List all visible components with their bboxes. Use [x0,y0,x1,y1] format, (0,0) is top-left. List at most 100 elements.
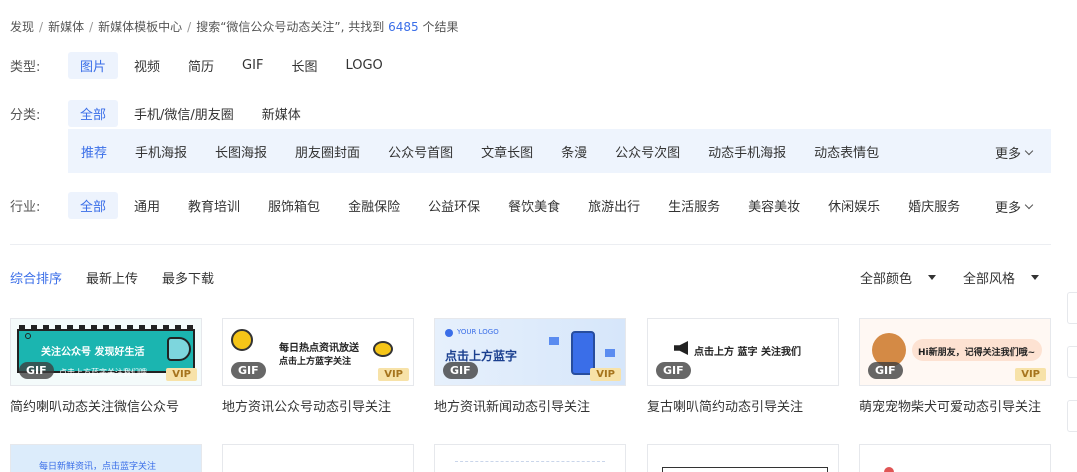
subcategory-recommended[interactable]: 推荐 [69,138,119,165]
thumbnail-text: Hi新朋友，记得关注我们哦~ [918,348,1036,358]
vip-badge: VIP [590,368,621,381]
industry-option-leisure[interactable]: 休闲娱乐 [816,192,892,219]
chat-bubble-icon [373,341,393,357]
industry-option-wedding[interactable]: 婚庆服务 [896,192,972,219]
template-title[interactable]: 地方资讯公众号动态引导关注 [222,396,414,415]
caret-down-icon [1031,275,1040,280]
type-option-logo[interactable]: LOGO [333,54,394,77]
sort-most-downloaded[interactable]: 最多下载 [162,268,214,287]
side-float-tab[interactable] [1067,292,1077,324]
template-title[interactable]: 简约喇叭动态关注微信公众号 [10,396,202,415]
industry-option-travel[interactable]: 旅游出行 [576,192,652,219]
breadcrumb-discover[interactable]: 发现 [10,20,34,34]
side-float-tab[interactable] [1067,400,1077,432]
industry-more-button[interactable]: 更多 [995,197,1034,216]
thumbnail-text: 点击上方 蓝字 关注我们 [694,347,801,358]
caret-down-icon [928,275,937,280]
subcategory-phone-poster[interactable]: 手机海报 [123,138,199,165]
breadcrumb-separator: / [39,20,44,34]
template-card[interactable]: YOUR LOGO 点击上方蓝字 GIF VIP 地方资讯新闻动态引导关注 [434,318,626,415]
subcategory-animated-sticker[interactable]: 动态表情包 [802,138,891,165]
sort-latest[interactable]: 最新上传 [86,268,138,287]
industry-option-beauty[interactable]: 美容美妆 [736,192,812,219]
template-card[interactable]: 每日热点资讯放送 点击上方蓝字关注 GIF VIP 地方资讯公众号动态引导关注 [222,318,414,415]
category-option-new-media[interactable]: 新媒体 [250,100,313,127]
breadcrumb-separator: / [89,20,94,34]
template-thumbnail[interactable]: YOUR LOGO 点击上方蓝字 GIF VIP [434,318,626,386]
vip-badge: VIP [1015,368,1046,381]
decorative-dot [884,467,894,472]
decorative-block [549,337,559,345]
template-card[interactable]: Hi新朋友，记得关注我们哦~ GIF VIP 萌宠宠物柴犬可爱动态引导关注 [859,318,1051,415]
category-option-all[interactable]: 全部 [68,100,119,127]
industry-filter-row: 行业: 全部 通用 教育培训 服饰箱包 金融保险 公益环保 餐饮美食 旅游出行 … [10,192,976,219]
subcategory-bar: 推荐 手机海报 长图海报 朋友圈封面 公众号首图 文章长图 条漫 公众号次图 动… [68,129,1051,173]
template-thumbnail[interactable] [859,444,1051,472]
planet-icon [231,329,253,351]
template-card[interactable]: 点击上方 蓝字 关注我们 GIF 复古喇叭简约动态引导关注 [647,318,839,415]
type-option-image[interactable]: 图片 [68,52,119,79]
template-title[interactable]: 复古喇叭简约动态引导关注 [647,396,839,415]
decorative-line [455,461,605,463]
type-option-long-image[interactable]: 长图 [279,52,329,79]
result-count: 6485 [388,20,419,34]
type-option-resume[interactable]: 简历 [176,52,226,79]
template-title[interactable]: 地方资讯新闻动态引导关注 [434,396,626,415]
subcategory-long-poster[interactable]: 长图海报 [203,138,279,165]
vip-badge: VIP [166,368,197,381]
thumbnail-logo-text: YOUR LOGO [457,328,499,336]
chevron-down-icon [1024,200,1034,209]
gif-badge: GIF [868,362,903,379]
decorative-frame [662,467,828,472]
breadcrumb-template-center[interactable]: 新媒体模板中心 [98,20,182,34]
template-title[interactable]: 萌宠宠物柴犬可爱动态引导关注 [859,396,1051,415]
industry-option-general[interactable]: 通用 [122,192,172,219]
subcategory-official-header[interactable]: 公众号首图 [376,138,465,165]
breadcrumb-separator: / [187,20,192,34]
template-thumbnail[interactable] [647,444,839,472]
more-label: 更多 [995,201,1022,216]
thumbnail-subtext: 点击上方蓝字关注我们哦 [59,368,147,377]
template-card[interactable]: 关注公众号 发现好生活 点击上方蓝字关注我们哦 GIF VIP 简约喇叭动态关注… [10,318,202,415]
subcategory-animated-poster[interactable]: 动态手机海报 [696,138,798,165]
template-thumbnail[interactable]: 每日新鲜资讯，点击蓝字关注 [10,444,202,472]
type-filter-label: 类型: [10,60,41,75]
industry-option-finance[interactable]: 金融保险 [336,192,412,219]
style-dropdown[interactable]: 全部风格 [963,268,1040,287]
thumbnail-subtext: 点击上方蓝字关注 [279,357,352,367]
category-filter-label: 分类: [10,108,41,123]
industry-option-life-services[interactable]: 生活服务 [656,192,732,219]
template-thumbnail[interactable]: 关注公众号 发现好生活 点击上方蓝字关注我们哦 GIF VIP [10,318,202,386]
subcategory-official-secondary[interactable]: 公众号次图 [603,138,692,165]
decorative-stripe [19,325,193,331]
industry-option-apparel[interactable]: 服饰箱包 [256,192,332,219]
industry-option-all[interactable]: 全部 [68,192,119,219]
search-summary-suffix: 个结果 [422,20,459,34]
industry-option-food[interactable]: 餐饮美食 [496,192,572,219]
category-option-phone-wechat[interactable]: 手机/微信/朋友圈 [122,100,246,127]
decorative-dot [25,333,31,339]
type-filter-row: 类型: 图片 视频 简历 GIF 长图 LOGO [10,52,399,79]
subcategory-moments-cover[interactable]: 朋友圈封面 [283,138,372,165]
type-option-gif[interactable]: GIF [230,54,275,77]
subcategory-comic-strip[interactable]: 条漫 [549,138,599,165]
breadcrumb-new-media[interactable]: 新媒体 [48,20,84,34]
subcategory-article-long[interactable]: 文章长图 [469,138,545,165]
thumbnail-text: 关注公众号 发现好生活 [41,343,145,358]
logo-dot-icon [445,329,453,337]
subcategory-more-button[interactable]: 更多 [995,143,1034,162]
gif-badge: GIF [19,362,54,379]
sort-comprehensive[interactable]: 综合排序 [10,268,62,287]
template-thumbnail[interactable] [222,444,414,472]
type-option-video[interactable]: 视频 [122,52,172,79]
thumbnail-text: 每日新鲜资讯，点击蓝字关注 [39,462,157,472]
template-thumbnail[interactable]: 每日热点资讯放送 点击上方蓝字关注 GIF VIP [222,318,414,386]
color-dropdown[interactable]: 全部颜色 [860,268,937,287]
side-float-tab[interactable] [1067,346,1077,378]
gif-badge: GIF [231,362,266,379]
template-thumbnail[interactable]: Hi新朋友，记得关注我们哦~ GIF VIP [859,318,1051,386]
template-thumbnail[interactable]: 点击上方 蓝字 关注我们 GIF [647,318,839,386]
industry-option-charity[interactable]: 公益环保 [416,192,492,219]
industry-option-education[interactable]: 教育培训 [176,192,252,219]
template-thumbnail[interactable] [434,444,626,472]
